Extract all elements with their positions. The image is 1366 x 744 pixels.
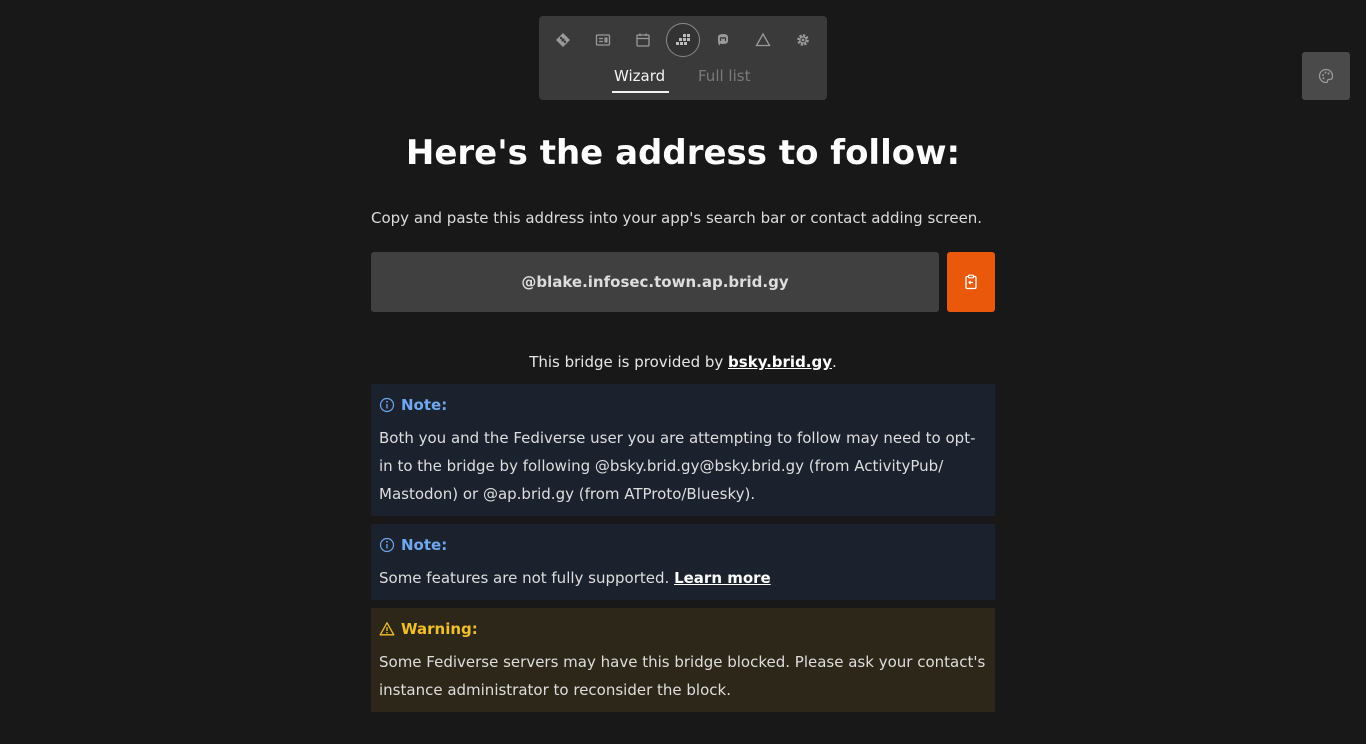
git-icon[interactable]: [550, 27, 576, 53]
view-tabs: Wizard Full list: [539, 65, 827, 93]
warning-title: Warning:: [379, 618, 987, 640]
calendar-icon[interactable]: [630, 27, 656, 53]
provider-prefix: This bridge is provided by: [529, 353, 729, 371]
note-body-text: Some features are not fully supported.: [379, 569, 675, 587]
clipboard-icon: [965, 274, 977, 290]
copy-address-button[interactable]: [947, 252, 995, 312]
note-body: Some features are not fully supported. L…: [379, 564, 987, 592]
provider-link[interactable]: bsky.brid.gy: [728, 353, 832, 371]
info-icon: [379, 397, 395, 413]
bridge-address-field[interactable]: @blake.infosec.town.ap.brid.gy: [371, 252, 939, 312]
warning-title-text: Warning:: [401, 620, 478, 638]
note-title: Note:: [379, 394, 987, 416]
grid-icon[interactable]: [666, 23, 700, 57]
card-icon[interactable]: [590, 27, 616, 53]
note-body: Both you and the Fediverse user you are …: [379, 429, 976, 503]
mastodon-icon[interactable]: [710, 27, 736, 53]
provider-suffix: .: [832, 353, 837, 371]
note-title-text: Note:: [401, 396, 448, 414]
features-note: Note: Some features are not fully suppor…: [371, 524, 995, 600]
info-icon: [379, 537, 395, 553]
note-title: Note:: [379, 534, 987, 556]
triangle-icon[interactable]: [750, 27, 776, 53]
learn-more-link[interactable]: Learn more: [674, 569, 771, 587]
page-title: Here's the address to follow:: [405, 133, 961, 173]
opt-in-note: Note: Both you and the Fediverse user yo…: [371, 384, 995, 516]
tab-full-list[interactable]: Full list: [698, 65, 750, 87]
warning-body: Some Fediverse servers may have this bri…: [379, 653, 986, 699]
tab-wizard[interactable]: Wizard: [614, 65, 665, 87]
theme-button[interactable]: [1302, 52, 1350, 100]
bridge-address-text: @blake.infosec.town.ap.brid.gy: [521, 273, 789, 291]
warning-icon: [379, 622, 395, 636]
blocked-warning: Warning: Some Fediverse servers may have…: [371, 608, 995, 712]
provider-line: This bridge is provided by bsky.brid.gy.: [0, 351, 1366, 373]
gear-icon[interactable]: [790, 27, 816, 53]
palette-icon: [1318, 68, 1334, 84]
active-tab-indicator: [612, 91, 669, 93]
note-title-text: Note:: [401, 536, 448, 554]
bridge-toolbar: Wizard Full list: [539, 16, 827, 100]
instructions-text: Copy and paste this address into your ap…: [371, 209, 983, 227]
page: Wizard Full list Here's the address to f…: [0, 0, 1366, 744]
